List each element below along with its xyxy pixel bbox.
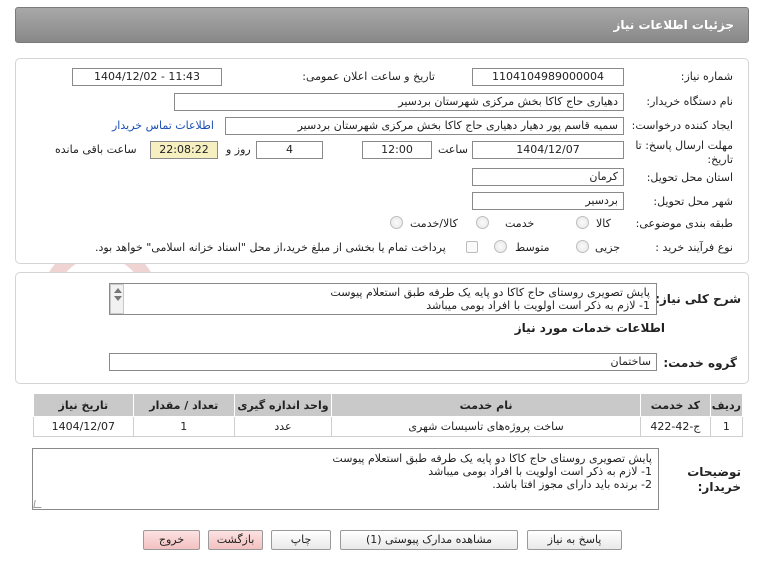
summary-scroll-control[interactable] (110, 284, 124, 314)
category-label: طبقه بندی موضوعی: (635, 217, 733, 230)
remaining-time-label: ساعت باقی مانده (55, 143, 137, 156)
city-field: بردسیر (472, 192, 624, 210)
process-medium-radio[interactable] (494, 240, 507, 253)
buyer-notes-textarea[interactable]: پایش تصویری روستای حاج کاکا دو پایه یک ط… (32, 448, 659, 510)
buyer-notes-line-3: 2- برنده باید دارای مجوز افتا باشد. (492, 478, 652, 491)
page-title: جزئیات اطلاعات نیاز (613, 18, 734, 32)
treasury-payment-checkbox[interactable] (466, 241, 478, 253)
need-number-field: 1104104989000004 (472, 68, 624, 86)
buyer-org-field: دهیاری حاج کاکا بخش مرکزی شهرستان بردسیر (174, 93, 624, 111)
buyer-notes-label-2: خریدار: (697, 480, 741, 494)
process-minor-radio[interactable] (576, 240, 589, 253)
announce-label: تاریخ و ساعت اعلان عمومی: (302, 70, 435, 83)
buyer-notes-label: توضیحات (687, 465, 741, 479)
services-table: ردیف کد خدمت نام خدمت واحد اندازه گیری ت… (33, 393, 744, 437)
summary-line-1: پایش تصویری روستای حاج کاکا دو پایه یک ط… (330, 286, 650, 299)
cell-service-code: ج-42-422 (639, 416, 711, 437)
cell-service-name: ساخت پروژه‌های تاسیسات شهری (331, 416, 641, 437)
col-row-number: ردیف (709, 393, 744, 417)
summary-line-2: 1- لازم به ذکر است اولویت با افراد بومی … (426, 299, 650, 312)
back-button[interactable]: بازگشت (208, 530, 263, 550)
buyer-notes-line-2: 1- لازم به ذکر است اولویت با افراد بومی … (428, 465, 652, 478)
requester-label: ایجاد کننده درخواست: (631, 119, 733, 132)
announce-field: 1404/12/02 - 11:43 (72, 68, 222, 86)
resize-handle-icon[interactable] (33, 500, 43, 508)
cell-need-date: 1404/12/07 (33, 416, 134, 437)
category-goods-radio[interactable] (576, 216, 589, 229)
table-header-row: ردیف کد خدمت نام خدمت واحد اندازه گیری ت… (33, 393, 744, 417)
print-button[interactable]: چاپ (271, 530, 331, 550)
table-row: 1 ج-42-422 ساخت پروژه‌های تاسیسات شهری ع… (33, 416, 744, 437)
category-option-goods-service: کالا/خدمت (410, 217, 458, 230)
need-details-panel (15, 58, 749, 264)
province-field: کرمان (472, 168, 624, 186)
category-goods-service-radio[interactable] (390, 216, 403, 229)
remaining-time-field: 22:08:22 (150, 141, 218, 159)
treasury-payment-note: پرداخت تمام یا بخشی از مبلغ خرید،از محل … (95, 241, 446, 254)
cell-unit: عدد (233, 416, 333, 437)
process-option-medium: متوسط (515, 241, 550, 254)
col-service-code: کد خدمت (639, 393, 711, 417)
services-section-title: اطلاعات خدمات مورد نیاز (514, 321, 665, 335)
province-label: استان محل تحویل: (646, 171, 733, 184)
col-need-date: تاریخ نیاز (33, 393, 134, 417)
category-service-radio[interactable] (476, 216, 489, 229)
view-attachments-button[interactable]: مشاهده مدارک پیوستی (1) (340, 530, 518, 550)
category-option-service: خدمت (505, 217, 535, 230)
deadline-time-field: 12:00 (362, 141, 432, 159)
city-label: شهر محل تحویل: (653, 195, 733, 208)
days-label: روز و (226, 143, 251, 156)
col-service-name: نام خدمت (331, 393, 641, 417)
summary-label: شرح کلی نیاز: (655, 292, 741, 306)
buyer-notes-line-1: پایش تصویری روستای حاج کاکا دو پایه یک ط… (332, 452, 652, 465)
col-unit: واحد اندازه گیری (233, 393, 333, 417)
deadline-date-field: 1404/12/07 (472, 141, 624, 159)
process-type-label: نوع فرآیند خرید : (655, 241, 733, 254)
deadline-label-date: تاریخ: (707, 153, 733, 166)
scroll-down-icon[interactable] (114, 296, 122, 301)
col-quantity: تعداد / مقدار (132, 393, 235, 417)
summary-textarea[interactable]: پایش تصویری روستای حاج کاکا دو پایه یک ط… (109, 283, 657, 315)
deadline-time-label: ساعت (438, 143, 468, 156)
requester-field: سمیه قاسم پور دهیار دهیاری حاج کاکا بخش … (225, 117, 624, 135)
category-option-goods: کالا (596, 217, 611, 230)
header-bar: جزئیات اطلاعات نیاز (15, 7, 749, 43)
cell-quantity: 1 (132, 416, 235, 437)
buyer-contact-link[interactable]: اطلاعات تماس خریدار (112, 119, 214, 132)
scroll-up-icon[interactable] (114, 288, 122, 293)
reply-to-need-button[interactable]: پاسخ به نیاز (527, 530, 622, 550)
cell-row-number: 1 (709, 416, 744, 437)
service-group-label: گروه خدمت: (663, 356, 737, 370)
buyer-org-label: نام دستگاه خریدار: (646, 95, 733, 108)
deadline-label: مهلت ارسال پاسخ: تا (635, 139, 733, 152)
service-group-field: ساختمان (109, 353, 657, 371)
exit-button[interactable]: خروج (143, 530, 200, 550)
need-number-label: شماره نیاز: (680, 70, 733, 83)
days-remaining-field: 4 (256, 141, 323, 159)
process-option-minor: جزیی (595, 241, 621, 254)
